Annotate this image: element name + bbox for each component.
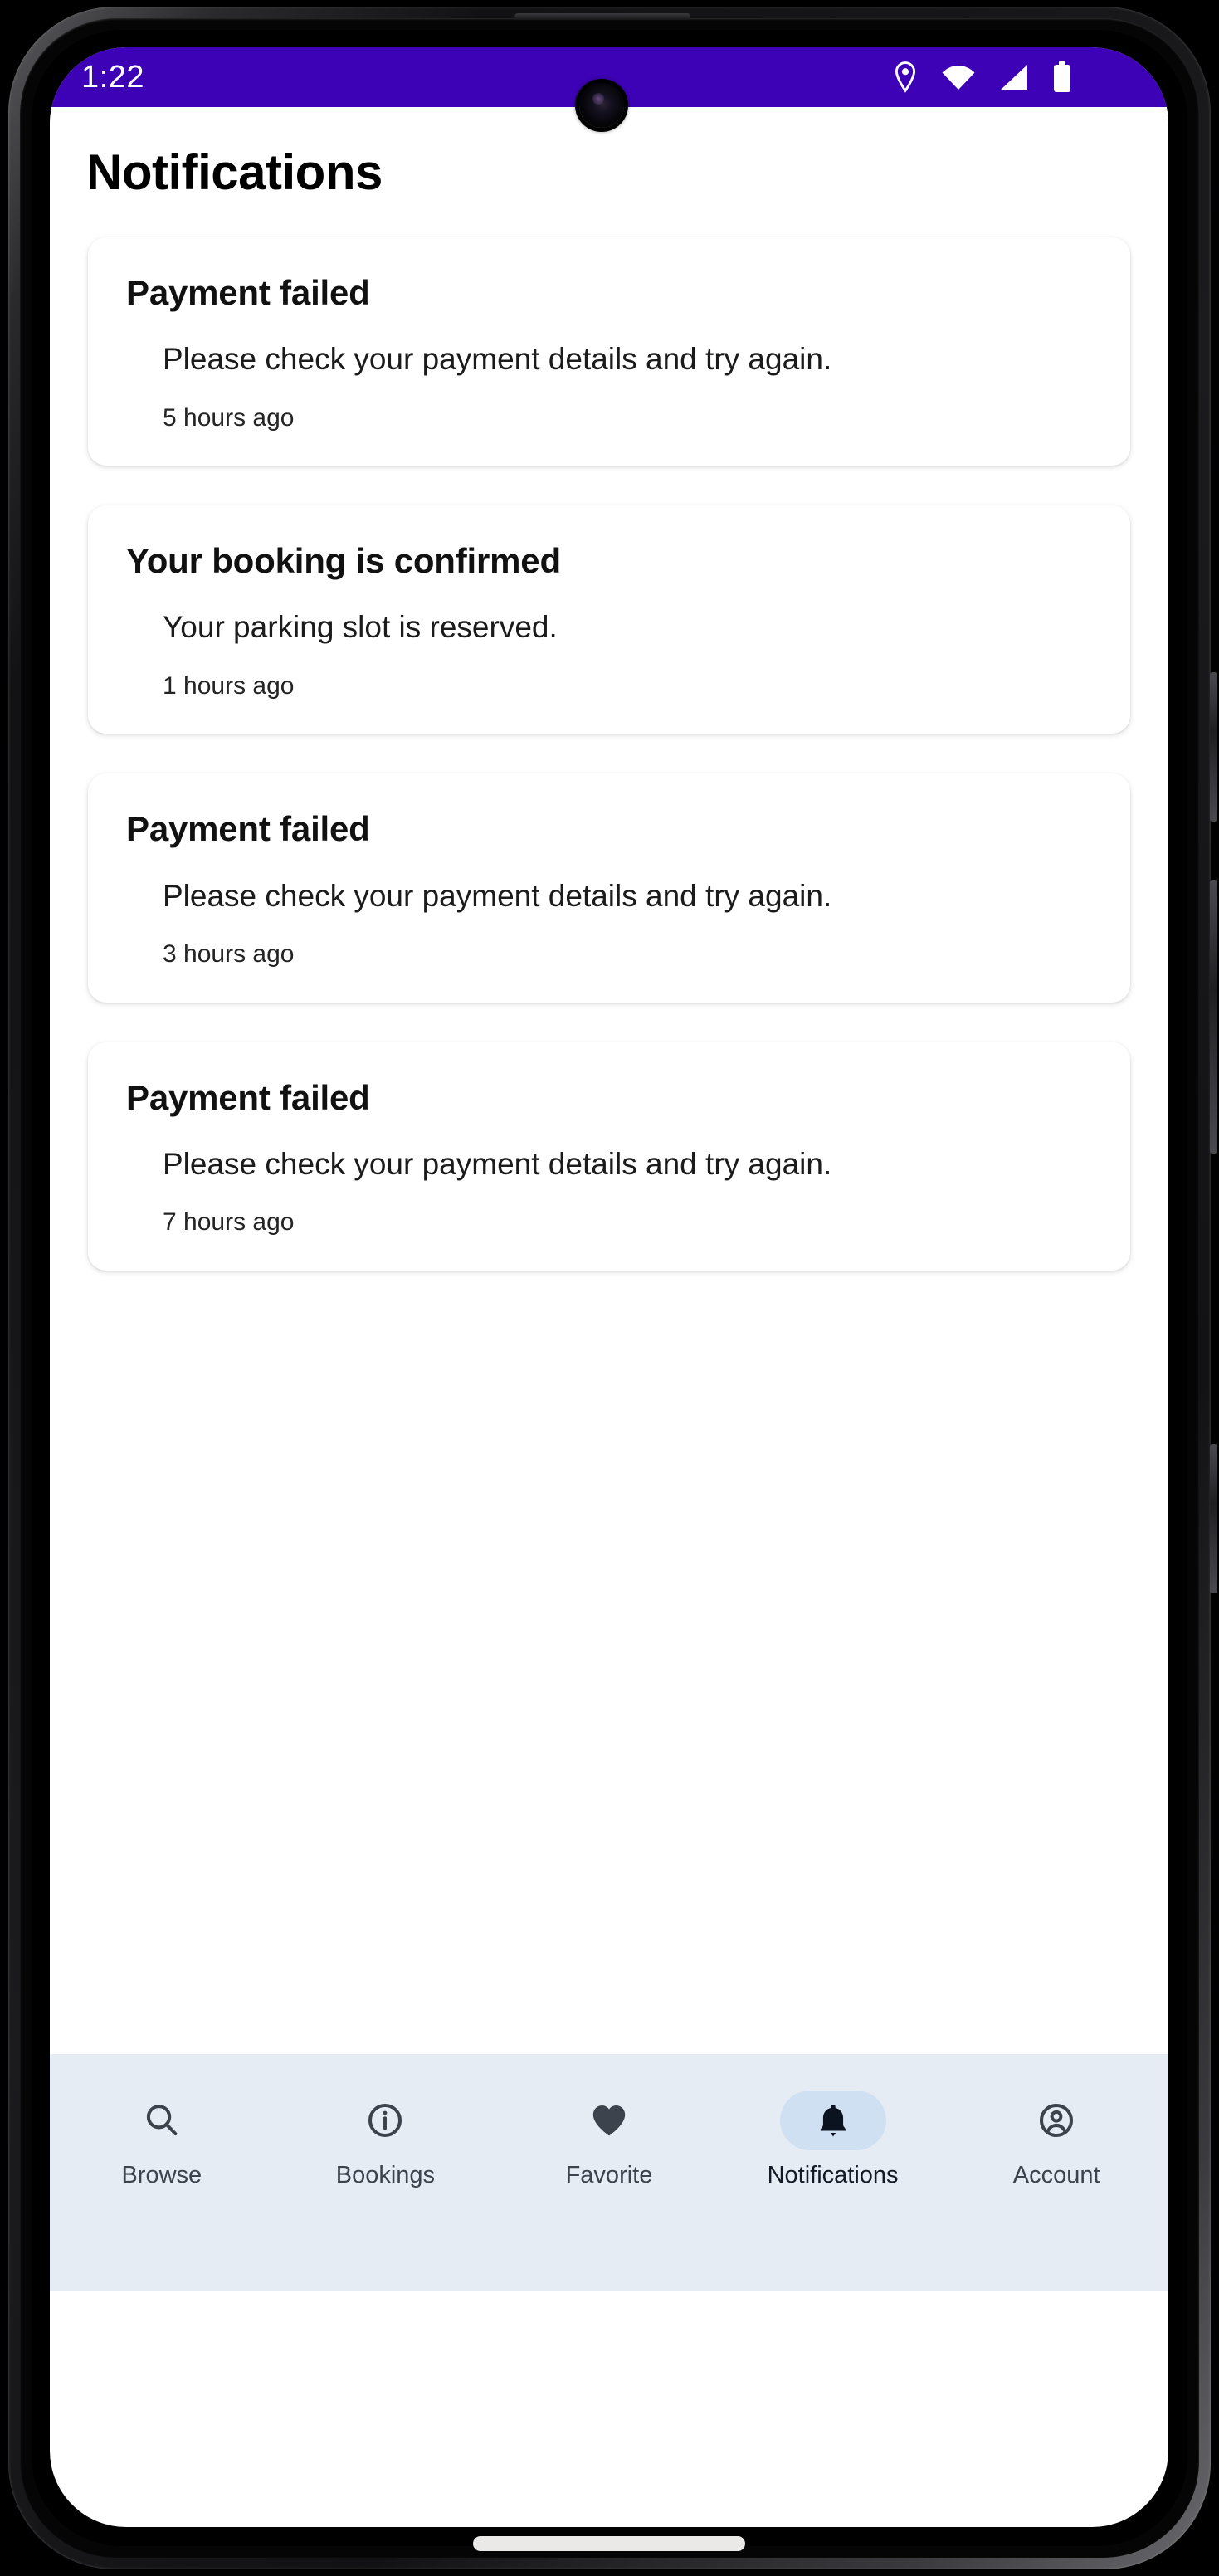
notification-body: Please check your payment details and tr… [163, 342, 832, 377]
app-content: Notifications Payment failed Please chec… [50, 107, 1168, 2291]
notification-body: Please check your payment details and tr… [163, 1146, 832, 1181]
bell-icon [820, 2105, 846, 2137]
wifi-icon [942, 66, 975, 90]
account-circle-icon [1040, 2103, 1074, 2138]
status-bar-icons [893, 61, 1139, 93]
nav-label: Favorite [565, 2162, 653, 2188]
nav-item-bookings[interactable]: Bookings [274, 2091, 498, 2188]
nav-item-browse[interactable]: Browse [50, 2091, 274, 2188]
notification-timestamp: 3 hours ago [163, 940, 295, 968]
nav-label: Account [1012, 2162, 1100, 2188]
nav-item-notifications[interactable]: Notifications [721, 2091, 945, 2188]
notification-list: Payment failed Please check your payment… [50, 237, 1168, 1271]
notification-timestamp: 1 hours ago [163, 671, 295, 700]
notification-title: Your booking is confirmed [126, 541, 561, 581]
nav-item-account[interactable]: Account [944, 2091, 1168, 2188]
notification-body: Your parking slot is reserved. [163, 610, 558, 645]
notification-card[interactable]: Payment failed Please check your payment… [88, 237, 1130, 466]
nav-icon-selected-pill [779, 2091, 886, 2150]
phone-screen: 1:22 Notifications Payment failed Please… [50, 47, 1168, 2527]
nav-label: Bookings [335, 2162, 436, 2188]
front-camera-punch-hole [579, 83, 624, 128]
search-icon [146, 2105, 178, 2136]
notification-title: Payment failed [126, 273, 370, 312]
nav-icon-wrapper [332, 2091, 438, 2150]
notification-card[interactable]: Your booking is confirmed Your parking s… [88, 505, 1130, 734]
notification-title: Payment failed [126, 1077, 370, 1117]
status-bar-clock: 1:22 [81, 60, 144, 95]
nav-label: Notifications [767, 2162, 899, 2188]
notification-timestamp: 7 hours ago [163, 1208, 295, 1237]
nav-icon-wrapper [556, 2091, 662, 2150]
battery-icon [1054, 61, 1070, 92]
notification-body: Please check your payment details and tr… [163, 878, 832, 913]
notification-card[interactable]: Payment failed Please check your payment… [88, 1042, 1130, 1271]
heart-icon [592, 2105, 626, 2136]
volume-down-button[interactable] [1210, 880, 1217, 1154]
bottom-navigation-bar: Browse Bookings Favorite Notifications A… [50, 2054, 1168, 2291]
home-gesture-pill[interactable] [473, 2536, 745, 2551]
nav-label: Browse [121, 2162, 202, 2188]
nav-item-favorite[interactable]: Favorite [497, 2091, 721, 2188]
nav-icon-wrapper [109, 2091, 215, 2150]
notification-title: Payment failed [126, 809, 370, 849]
notification-card[interactable]: Payment failed Please check your payment… [88, 773, 1130, 1003]
gesture-navigation-area [50, 2527, 1168, 2560]
cellular-signal-icon [1001, 65, 1027, 90]
power-button[interactable] [1210, 1444, 1217, 1593]
earpiece-speaker [514, 13, 690, 20]
nav-icon-wrapper [1003, 2091, 1109, 2150]
volume-up-button[interactable] [1210, 672, 1217, 822]
info-circle-icon [368, 2103, 402, 2138]
location-pin-icon [895, 61, 916, 93]
device-frame: 1:22 Notifications Payment failed Please… [0, 0, 1219, 2576]
notification-timestamp: 5 hours ago [163, 403, 295, 432]
